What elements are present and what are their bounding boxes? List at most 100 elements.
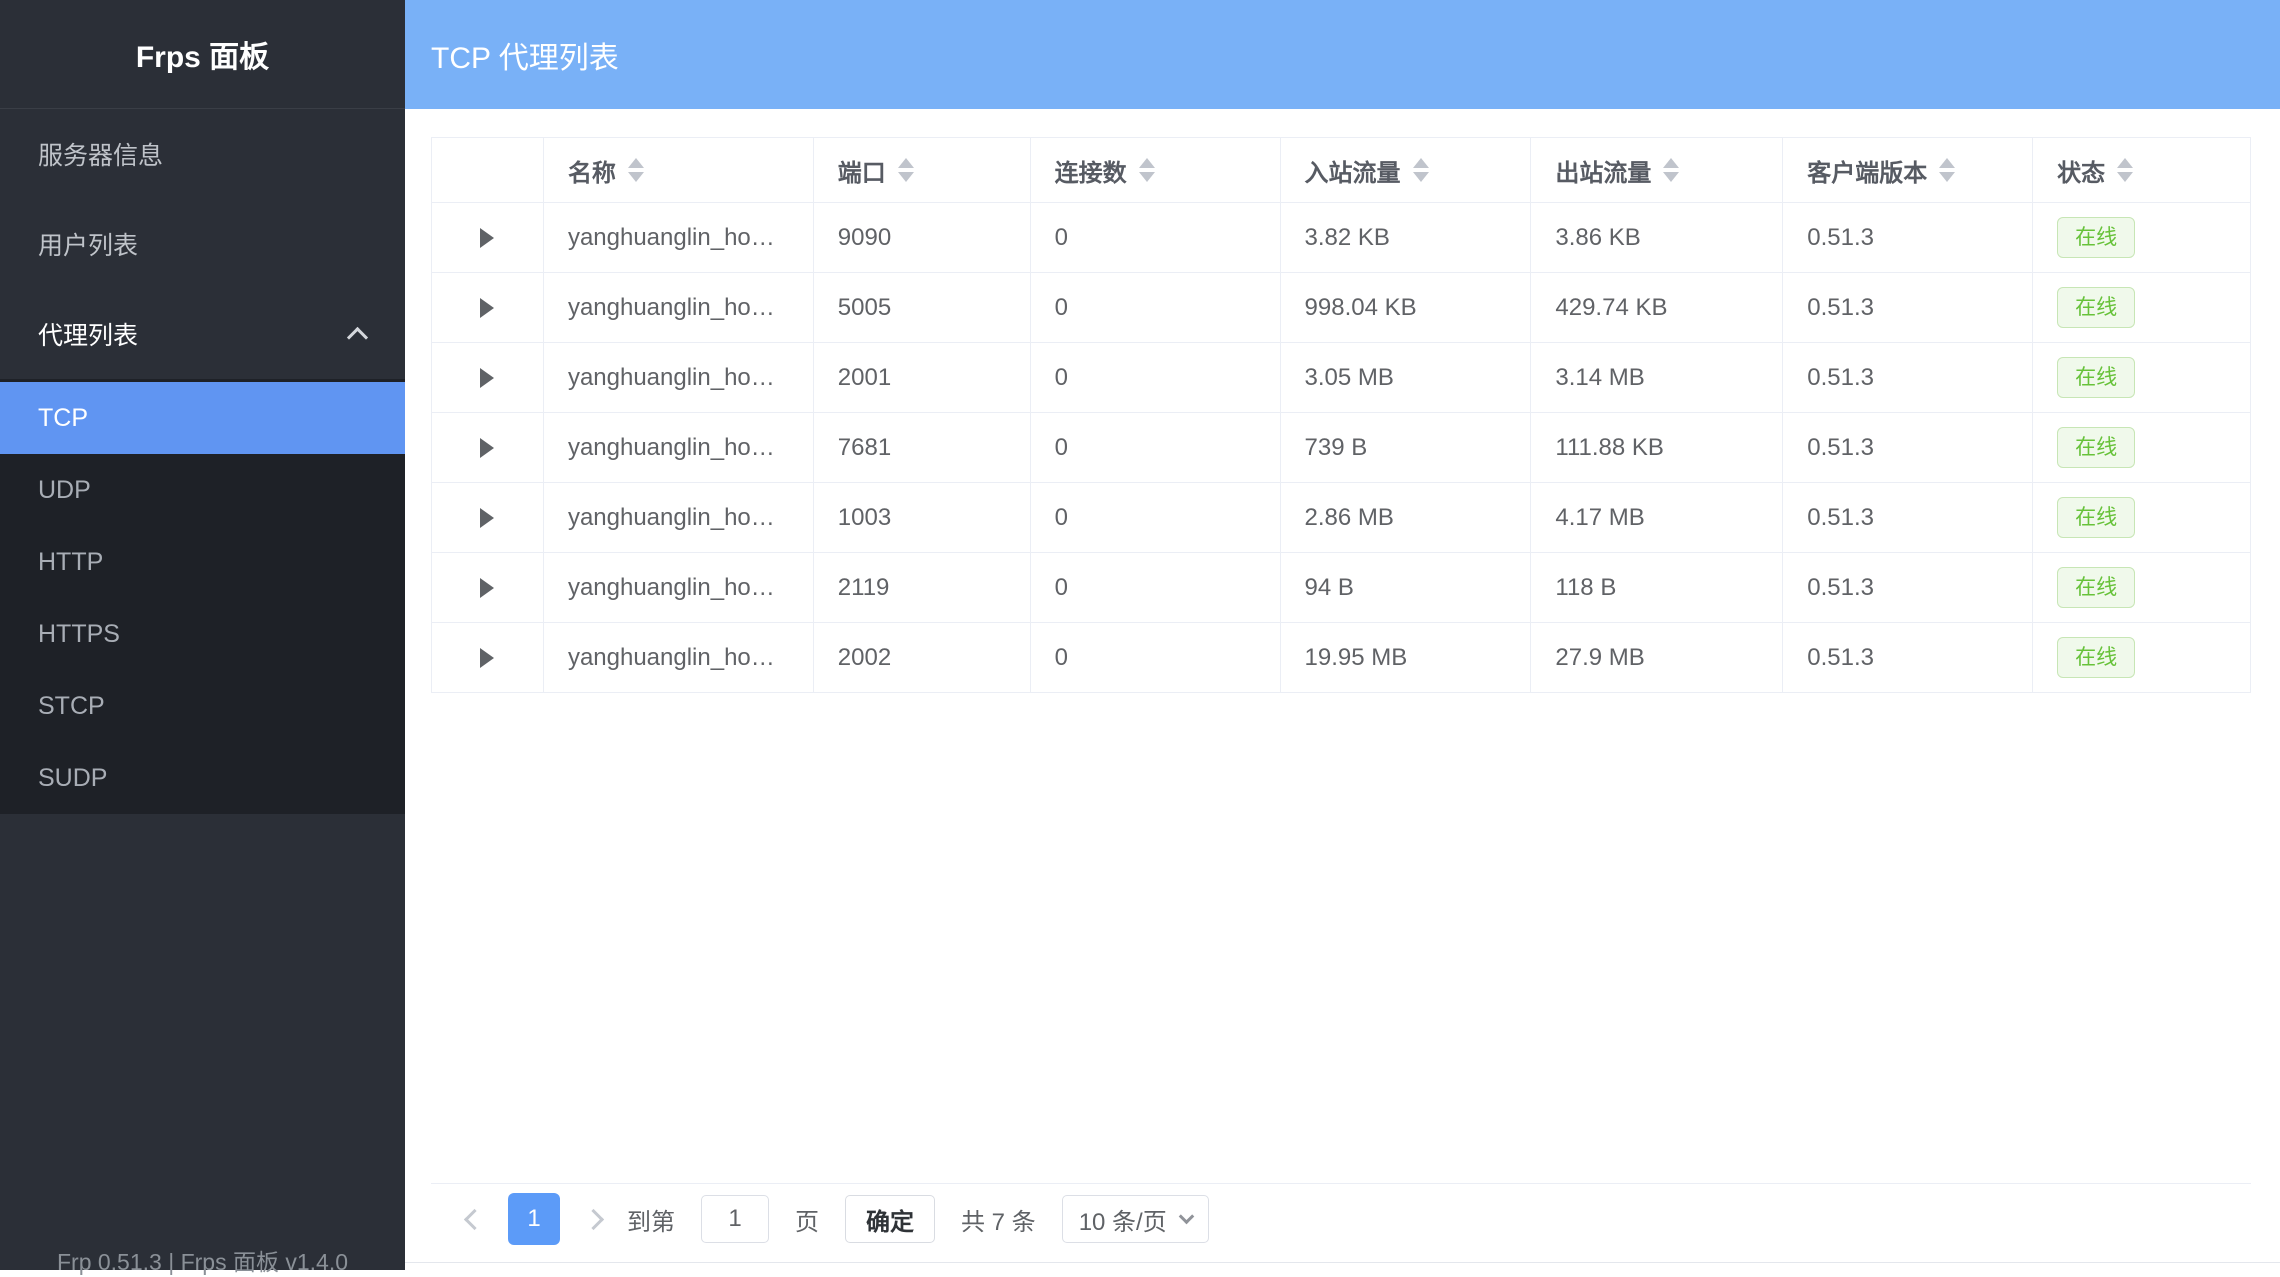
cell-port: 5005 [814, 273, 1031, 342]
table-header-row: 名称 端口 连接数 入站流量 出站流量 客户端版本 [431, 137, 2251, 203]
header-label: 出站流量 [1555, 153, 1651, 188]
sidebar-item-server-info[interactable]: 服务器信息 [0, 109, 405, 199]
sidebar-item-user-list[interactable]: 用户列表 [0, 199, 405, 289]
app-title: Frps 面板 [0, 0, 405, 109]
expand-arrow-icon[interactable] [480, 228, 494, 248]
cell-traffic-out: 118 B [1531, 553, 1783, 622]
goto-prefix-label: 到第 [627, 1202, 675, 1237]
table-row: yanghuanglin_ho… 2119 0 94 B 118 B 0.51.… [431, 553, 2251, 623]
expand-arrow-icon[interactable] [480, 298, 494, 318]
cell-port: 9090 [814, 203, 1031, 272]
card-bottom-border [405, 1262, 2280, 1263]
header-port[interactable]: 端口 [814, 138, 1031, 202]
header-label: 连接数 [1055, 153, 1127, 188]
sidebar: Frps 面板 服务器信息 用户列表 代理列表 TCP UDP HTTP HTT… [0, 0, 405, 1270]
status-badge: 在线 [2057, 637, 2135, 678]
header-traffic-in[interactable]: 入站流量 [1281, 138, 1532, 202]
header-connections[interactable]: 连接数 [1031, 138, 1281, 202]
sort-carets-icon[interactable] [2117, 158, 2133, 182]
cell-traffic-in: 19.95 MB [1281, 623, 1532, 692]
goto-page-input[interactable] [701, 1195, 769, 1243]
expand-arrow-icon[interactable] [480, 508, 494, 528]
cell-version: 0.51.3 [1783, 553, 2033, 622]
sort-carets-icon[interactable] [1413, 158, 1429, 182]
sidebar-item-sudp[interactable]: SUDP [0, 742, 405, 814]
cell-traffic-in: 94 B [1281, 553, 1532, 622]
sidebar-item-tcp[interactable]: TCP [0, 382, 405, 454]
cell-port: 2001 [814, 343, 1031, 412]
cell-name: yanghuanglin_ho… [544, 203, 814, 272]
cell-traffic-in: 739 B [1281, 413, 1532, 482]
sidebar-item-label: 代理列表 [38, 316, 138, 352]
cell-traffic-out: 429.74 KB [1531, 273, 1783, 342]
header-status[interactable]: 状态 [2033, 138, 2251, 202]
sidebar-item-http[interactable]: HTTP [0, 526, 405, 598]
sidebar-item-proxy-list[interactable]: 代理列表 [0, 289, 405, 379]
total-count-label: 共 7 条 [961, 1202, 1036, 1237]
confirm-button[interactable]: 确定 [845, 1195, 935, 1243]
expand-cell[interactable] [432, 203, 544, 272]
cell-traffic-out: 3.14 MB [1531, 343, 1783, 412]
expand-cell[interactable] [432, 413, 544, 482]
cell-status: 在线 [2033, 623, 2251, 692]
cell-version: 0.51.3 [1783, 273, 2033, 342]
expand-cell[interactable] [432, 483, 544, 552]
cell-name: yanghuanglin_ho… [544, 483, 814, 552]
cell-traffic-out: 3.86 KB [1531, 203, 1783, 272]
sort-carets-icon[interactable] [1663, 158, 1679, 182]
header-label: 端口 [838, 153, 886, 188]
cell-connections: 0 [1031, 483, 1281, 552]
sidebar-item-stcp[interactable]: STCP [0, 670, 405, 742]
cell-port: 2002 [814, 623, 1031, 692]
header-name[interactable]: 名称 [544, 138, 814, 202]
table-row: yanghuanglin_ho… 9090 0 3.82 KB 3.86 KB … [431, 203, 2251, 273]
sidebar-item-https[interactable]: HTTPS [0, 598, 405, 670]
sort-carets-icon[interactable] [1939, 158, 1955, 182]
status-badge: 在线 [2057, 357, 2135, 398]
sidebar-item-label: 服务器信息 [38, 136, 163, 172]
sidebar-item-udp[interactable]: UDP [0, 454, 405, 526]
cell-traffic-out: 111.88 KB [1531, 413, 1783, 482]
header-traffic-out[interactable]: 出站流量 [1531, 138, 1783, 202]
page-number-active[interactable]: 1 [508, 1193, 560, 1245]
expand-cell[interactable] [432, 623, 544, 692]
content-area: 名称 端口 连接数 入站流量 出站流量 客户端版本 [405, 109, 2280, 1270]
table-bottom-border [431, 1183, 2251, 1184]
cell-port: 7681 [814, 413, 1031, 482]
sidebar-item-label: 用户列表 [38, 226, 138, 262]
cell-status: 在线 [2033, 553, 2251, 622]
cell-version: 0.51.3 [1783, 623, 2033, 692]
expand-arrow-icon[interactable] [480, 578, 494, 598]
sort-carets-icon[interactable] [898, 158, 914, 182]
cell-connections: 0 [1031, 553, 1281, 622]
expand-cell[interactable] [432, 553, 544, 622]
header-label: 状态 [2057, 153, 2105, 188]
header-client-version[interactable]: 客户端版本 [1783, 138, 2033, 202]
sort-carets-icon[interactable] [1139, 158, 1155, 182]
cell-connections: 0 [1031, 343, 1281, 412]
cell-name: yanghuanglin_ho… [544, 343, 814, 412]
header-label: 名称 [568, 153, 616, 188]
cell-connections: 0 [1031, 413, 1281, 482]
table-row: yanghuanglin_ho… 5005 0 998.04 KB 429.74… [431, 273, 2251, 343]
expand-arrow-icon[interactable] [480, 368, 494, 388]
cell-traffic-in: 3.05 MB [1281, 343, 1532, 412]
chevron-up-icon [347, 326, 368, 347]
expand-cell[interactable] [432, 343, 544, 412]
table-row: yanghuanglin_ho… 7681 0 739 B 111.88 KB … [431, 413, 2251, 483]
goto-suffix-label: 页 [795, 1202, 819, 1237]
page-size-select[interactable]: 10 条/页 [1062, 1195, 1209, 1243]
chevron-down-icon [1178, 1208, 1194, 1224]
sort-carets-icon[interactable] [628, 158, 644, 182]
cell-name: yanghuanglin_ho… [544, 623, 814, 692]
expand-arrow-icon[interactable] [480, 648, 494, 668]
prev-page-button[interactable] [464, 1208, 485, 1229]
status-badge: 在线 [2057, 217, 2135, 258]
next-page-button[interactable] [583, 1208, 604, 1229]
cell-port: 1003 [814, 483, 1031, 552]
expand-cell[interactable] [432, 273, 544, 342]
expand-arrow-icon[interactable] [480, 438, 494, 458]
version-footer: Frp 0.51.3 | Frps 面板 v1.4.0 [0, 1243, 405, 1277]
cell-version: 0.51.3 [1783, 203, 2033, 272]
cell-name: yanghuanglin_ho… [544, 553, 814, 622]
